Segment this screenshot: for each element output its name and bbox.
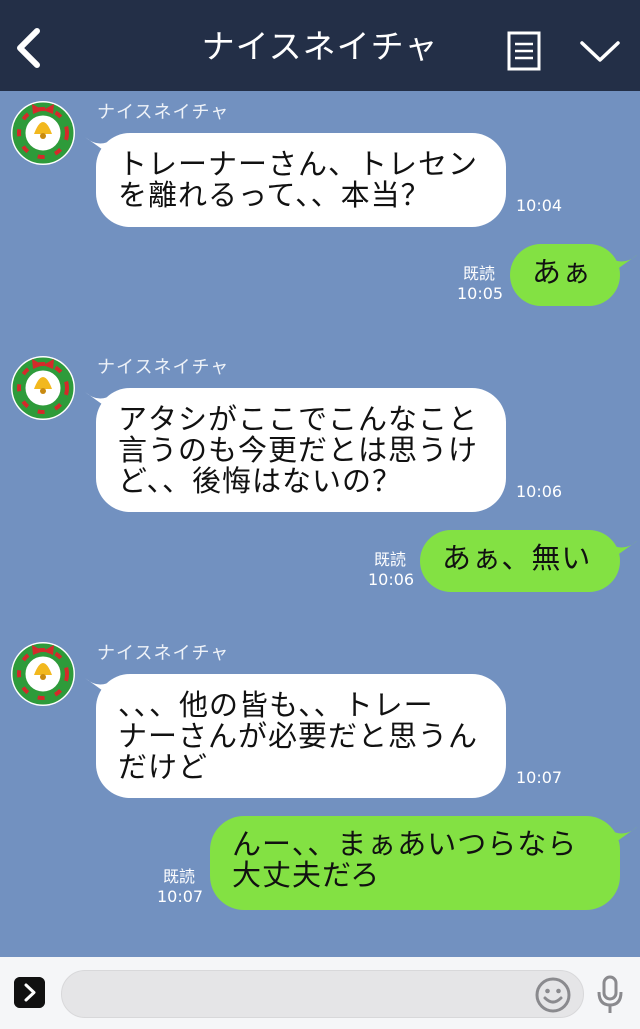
- message-time: 10:06: [516, 482, 563, 501]
- chat-header: ナイスネイチャ: [0, 0, 640, 91]
- read-receipt: 既読 10:07: [157, 867, 204, 906]
- message-line: トレーナーさん、トレセン: [118, 147, 479, 181]
- message-line: あぁ、無い: [442, 541, 592, 575]
- bubble-tail: [609, 255, 637, 275]
- sender-name: ナイスネイチャ: [97, 102, 230, 123]
- chat-area[interactable]: ナイスネイチャ トレーナーさん、トレセン を離れるって、、本当？ 10:04 既…: [0, 91, 640, 957]
- bubble-tail: [609, 541, 637, 561]
- bubble-tail: [609, 827, 637, 847]
- message-bubble-outgoing[interactable]: あぁ: [510, 244, 620, 306]
- avatar-wreath-icon[interactable]: [10, 100, 76, 166]
- message-line: ど、、後悔はないの？: [118, 464, 403, 498]
- message-line: あぁ: [532, 255, 593, 289]
- chevron-down-icon[interactable]: [578, 36, 622, 66]
- message-line: 大丈夫だろ: [232, 858, 381, 892]
- chat-title: ナイスネイチャ: [201, 27, 439, 66]
- message-bubble-incoming[interactable]: トレーナーさん、トレセン を離れるって、、本当？: [96, 133, 506, 227]
- message-line: を離れるって、、本当？: [118, 178, 431, 212]
- message-line: んー、、まぁあいつらなら: [232, 827, 578, 861]
- read-receipt: 既読 10:06: [368, 550, 415, 589]
- message-time: 10:07: [516, 768, 563, 787]
- message-line: だけど: [118, 750, 209, 784]
- expand-arrow-icon[interactable]: [14, 977, 45, 1008]
- message-input[interactable]: [61, 970, 584, 1018]
- message-line: 、、、他の皆も、、トレー: [118, 688, 434, 722]
- sender-name: ナイスネイチャ: [97, 643, 230, 664]
- message-bubble-outgoing[interactable]: んー、、まぁあいつらなら 大丈夫だろ: [210, 816, 620, 910]
- message-bubble-incoming[interactable]: アタシがここでこんなこと 言うのも今更だとは思うけ ど、、後悔はないの？: [96, 388, 506, 512]
- sender-name: ナイスネイチャ: [97, 357, 230, 378]
- menu-icon[interactable]: [507, 31, 541, 71]
- avatar-wreath-icon[interactable]: [10, 355, 76, 421]
- microphone-icon[interactable]: [594, 974, 626, 1016]
- message-bubble-outgoing[interactable]: あぁ、無い: [420, 530, 620, 592]
- emoji-icon[interactable]: [534, 976, 572, 1014]
- message-line: 言うのも今更だとは思うけ: [118, 433, 479, 467]
- message-line: ナーさんが必要だと思うん: [118, 719, 479, 753]
- message-time: 10:04: [516, 196, 563, 215]
- avatar-wreath-icon[interactable]: [10, 641, 76, 707]
- message-line: アタシがここでこんなこと: [118, 402, 479, 436]
- read-receipt: 既読 10:05: [457, 264, 504, 303]
- message-bubble-incoming[interactable]: 、、、他の皆も、、トレー ナーさんが必要だと思うん だけど: [96, 674, 506, 798]
